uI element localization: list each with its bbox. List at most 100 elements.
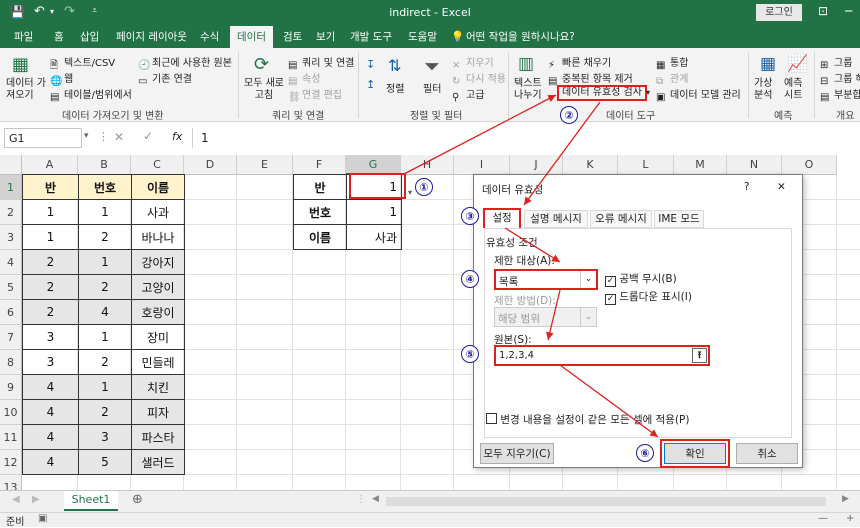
subtotal-button[interactable]: ▤ 부분합 <box>820 86 860 104</box>
table-header-cell[interactable]: 번호 <box>78 174 132 200</box>
what-if-button[interactable]: 가상 분석 <box>754 78 772 102</box>
table-cell[interactable]: 4 <box>78 299 132 325</box>
table-cell[interactable]: 3 <box>22 324 79 350</box>
table-cell[interactable]: 치킨 <box>131 374 185 400</box>
row-header[interactable]: 12 <box>0 450 22 475</box>
column-header[interactable]: K <box>563 155 618 175</box>
hscroll-right-icon[interactable]: ▶ <box>842 494 849 504</box>
row-header[interactable]: 2 <box>0 200 22 225</box>
row-header[interactable]: 1 <box>0 175 22 200</box>
column-header[interactable]: E <box>237 155 293 175</box>
tab-review[interactable]: 검토 <box>283 26 302 48</box>
column-header[interactable]: G <box>346 155 401 175</box>
data-model-button[interactable]: ▣ 데이터 모델 관리 <box>656 86 741 104</box>
table-cell[interactable]: 파스타 <box>131 424 185 450</box>
in-cell-dropdown-checkbox[interactable]: ✓ 드롭다운 표시(I) <box>605 289 692 305</box>
table-cell[interactable]: 1 <box>78 199 132 225</box>
sort-button[interactable]: 정렬 <box>386 80 404 95</box>
table-cell[interactable]: 2 <box>22 274 79 300</box>
help-icon[interactable]: ? <box>744 181 750 193</box>
table-cell[interactable]: 장미 <box>131 324 185 350</box>
table-cell[interactable]: 바나나 <box>131 224 185 250</box>
row-header[interactable]: 5 <box>0 275 22 300</box>
column-header[interactable]: N <box>727 155 782 175</box>
ignore-blank-checkbox[interactable]: ✓ 공백 무시(B) <box>605 271 677 287</box>
filter-button[interactable]: 필터 <box>423 80 441 95</box>
table-cell[interactable]: 1 <box>78 374 132 400</box>
apply-all-checkbox[interactable]: 변경 내용을 설정이 같은 모든 셀에 적용(P) <box>486 412 689 427</box>
select-all-corner[interactable] <box>0 155 22 175</box>
cancel-button[interactable]: 취소 <box>736 443 798 464</box>
collapse-dialog-icon[interactable]: ⭱ <box>692 348 707 363</box>
table-cell[interactable]: 2 <box>22 249 79 275</box>
next-sheet-icon[interactable]: ▶ <box>32 494 40 505</box>
lookup-label-cell[interactable]: 반 <box>293 174 347 200</box>
get-data-button[interactable]: 데이터 가 져오기 <box>6 78 46 102</box>
row-header[interactable]: 11 <box>0 425 22 450</box>
text-to-columns-button[interactable]: 텍스트 나누기 <box>514 78 542 102</box>
row-header[interactable]: 4 <box>0 250 22 275</box>
edit-links-button[interactable]: ⛓연결 편집 <box>288 86 342 104</box>
column-header[interactable]: A <box>22 155 78 175</box>
row-header[interactable]: 3 <box>0 225 22 250</box>
zoom-plus-icon[interactable]: + <box>846 513 854 524</box>
selected-cell-g1[interactable] <box>349 173 406 199</box>
chevron-down-icon[interactable]: ⌄ <box>580 308 596 326</box>
tell-me-icon[interactable]: 💡 <box>451 26 464 48</box>
ribbon-display-icon[interactable]: ⊡ <box>818 4 828 18</box>
login-button[interactable]: 로그인 <box>756 4 802 21</box>
sort-za-icon[interactable]: ↥ <box>366 78 375 91</box>
zoom-minus-icon[interactable]: — <box>818 513 828 524</box>
tab-settings[interactable]: 설정 <box>483 208 521 228</box>
name-box[interactable]: G1 <box>4 128 82 148</box>
enter-icon[interactable]: ✓ <box>143 129 153 143</box>
column-header[interactable]: O <box>782 155 837 175</box>
tab-error-alert[interactable]: 오류 메시지 <box>590 210 652 228</box>
tab-help[interactable]: 도움말 <box>408 26 437 48</box>
table-cell[interactable]: 4 <box>22 374 79 400</box>
sheet-tab-sheet1[interactable]: Sheet1 <box>64 491 118 511</box>
column-header[interactable]: F <box>293 155 346 175</box>
refresh-all-button[interactable]: 모두 새로 고침 <box>244 78 284 102</box>
tab-ime-mode[interactable]: IME 모드 <box>654 210 704 228</box>
table-cell[interactable]: 5 <box>78 449 132 475</box>
name-box-dropdown-icon[interactable]: ▾ <box>84 131 89 141</box>
table-cell[interactable]: 1 <box>78 249 132 275</box>
prev-sheet-icon[interactable]: ◀ <box>12 494 20 505</box>
from-csv-button[interactable]: 🗎 텍스트/CSV <box>50 54 115 71</box>
data-select[interactable]: 해당 범위 ⌄ <box>494 307 597 327</box>
minimize-icon[interactable]: ─ <box>845 4 852 18</box>
from-table-button[interactable]: ▤ 테이블/범위에서 <box>50 86 132 104</box>
column-header[interactable]: H <box>401 155 454 175</box>
table-cell[interactable]: 2 <box>78 274 132 300</box>
table-cell[interactable]: 2 <box>22 299 79 325</box>
hscroll-left-icon[interactable]: ◀ <box>372 494 379 504</box>
row-header[interactable]: 10 <box>0 400 22 425</box>
lookup-value-cell[interactable]: 1 <box>346 199 402 225</box>
table-cell[interactable]: 강아지 <box>131 249 185 275</box>
column-header[interactable]: L <box>618 155 674 175</box>
formula-input[interactable]: 1 <box>192 128 860 148</box>
column-header[interactable]: J <box>510 155 563 175</box>
row-header[interactable]: 9 <box>0 375 22 400</box>
column-header[interactable]: C <box>131 155 184 175</box>
table-cell[interactable]: 피자 <box>131 399 185 425</box>
column-header[interactable]: I <box>454 155 510 175</box>
lookup-label-cell[interactable]: 번호 <box>293 199 347 225</box>
horizontal-scrollbar[interactable] <box>386 497 826 506</box>
lookup-value-cell[interactable]: 사과 <box>346 224 402 250</box>
table-cell[interactable]: 민들레 <box>131 349 185 375</box>
table-cell[interactable]: 1 <box>22 199 79 225</box>
column-header[interactable]: M <box>674 155 727 175</box>
table-cell[interactable]: 3 <box>22 349 79 375</box>
table-header-cell[interactable]: 이름 <box>131 174 185 200</box>
tell-me-input[interactable]: 어떤 작업을 원하시나요? <box>466 26 575 48</box>
allow-select[interactable]: 목록 ⌄ <box>494 269 598 290</box>
table-header-cell[interactable]: 반 <box>22 174 79 200</box>
table-cell[interactable]: 4 <box>22 449 79 475</box>
table-cell[interactable]: 2 <box>78 349 132 375</box>
table-cell[interactable]: 2 <box>78 224 132 250</box>
table-cell[interactable]: 4 <box>22 399 79 425</box>
tab-formulas[interactable]: 수식 <box>200 26 219 48</box>
lookup-label-cell[interactable]: 이름 <box>293 224 347 250</box>
